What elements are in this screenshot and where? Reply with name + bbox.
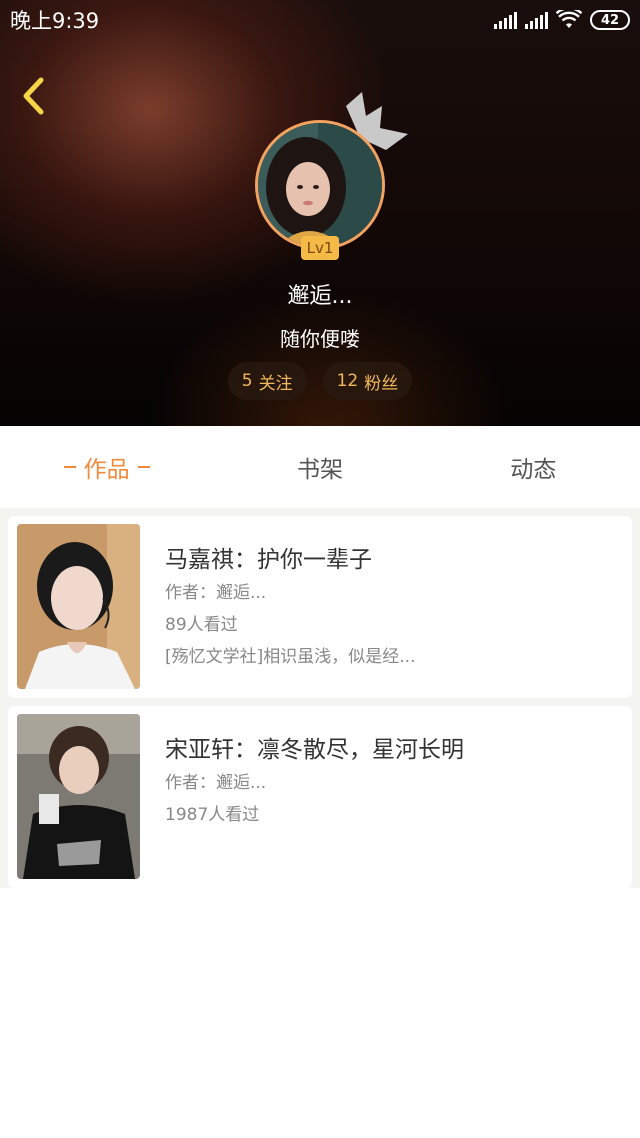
battery-indicator: 42 [590, 10, 630, 30]
following-label: 关注 [258, 373, 293, 394]
profile-header: 晚上9:39 42 Lv1 邂逅... 随你便喽 5 关注 12 粉丝 [0, 0, 640, 426]
tab-activity[interactable]: 动态 [427, 426, 640, 508]
book-cover [17, 714, 140, 879]
level-badge: Lv1 [301, 236, 339, 260]
following-button[interactable]: 5 关注 [227, 362, 307, 400]
active-tab-dash-right [137, 466, 150, 468]
signal-icon-2 [525, 11, 548, 29]
tab-works-label: 作品 [83, 457, 130, 483]
username: 邂逅... [287, 284, 353, 309]
profile-screen: 晚上9:39 42 Lv1 邂逅... 随你便喽 5 关注 12 粉丝 作品 书… [0, 0, 640, 1138]
followers-count: 12 [336, 371, 359, 391]
tab-works[interactable]: 作品 [0, 426, 213, 508]
tab-bookshelf-label: 书架 [296, 457, 343, 483]
tab-activity-label: 动态 [510, 457, 557, 483]
list-item[interactable]: 宋亚轩：凛冬散尽，星河长明 作者：邂逅... 1987人看过 [8, 706, 632, 888]
status-bar: 晚上9:39 42 [0, 0, 640, 40]
work-views: 89人看过 [165, 615, 238, 635]
active-tab-dash-left [63, 466, 76, 468]
profile-stats: 5 关注 12 粉丝 [0, 362, 640, 400]
work-author: 作者：邂逅... [165, 773, 267, 793]
avatar[interactable] [255, 120, 385, 250]
following-count: 5 [241, 371, 253, 391]
work-views: 1987人看过 [165, 805, 260, 825]
followers-button[interactable]: 12 粉丝 [322, 362, 413, 400]
back-button[interactable] [14, 76, 54, 116]
avatar-image [258, 123, 382, 247]
status-icons: 42 [494, 10, 630, 30]
followers-label: 粉丝 [364, 373, 399, 394]
work-author: 作者：邂逅... [165, 583, 267, 603]
profile-tabs: 作品 书架 动态 [0, 426, 640, 508]
status-time: 晚上9:39 [10, 9, 100, 33]
chevron-left-icon [23, 77, 44, 115]
list-item[interactable]: 马嘉祺：护你一辈子 作者：邂逅... 89人看过 [殇忆文学社]相识虽浅，似是经… [8, 516, 632, 698]
wifi-icon [556, 10, 582, 28]
work-summary: [殇忆文学社]相识虽浅，似是经... [165, 647, 416, 667]
work-title: 马嘉祺：护你一辈子 [165, 547, 372, 573]
work-title: 宋亚轩：凛冬散尽，星河长明 [165, 737, 464, 763]
tab-bookshelf[interactable]: 书架 [213, 426, 426, 508]
user-bio: 随你便喽 [280, 327, 360, 351]
book-cover [17, 524, 140, 689]
signal-icon [494, 11, 517, 29]
works-list: 马嘉祺：护你一辈子 作者：邂逅... 89人看过 [殇忆文学社]相识虽浅，似是经… [0, 508, 640, 888]
